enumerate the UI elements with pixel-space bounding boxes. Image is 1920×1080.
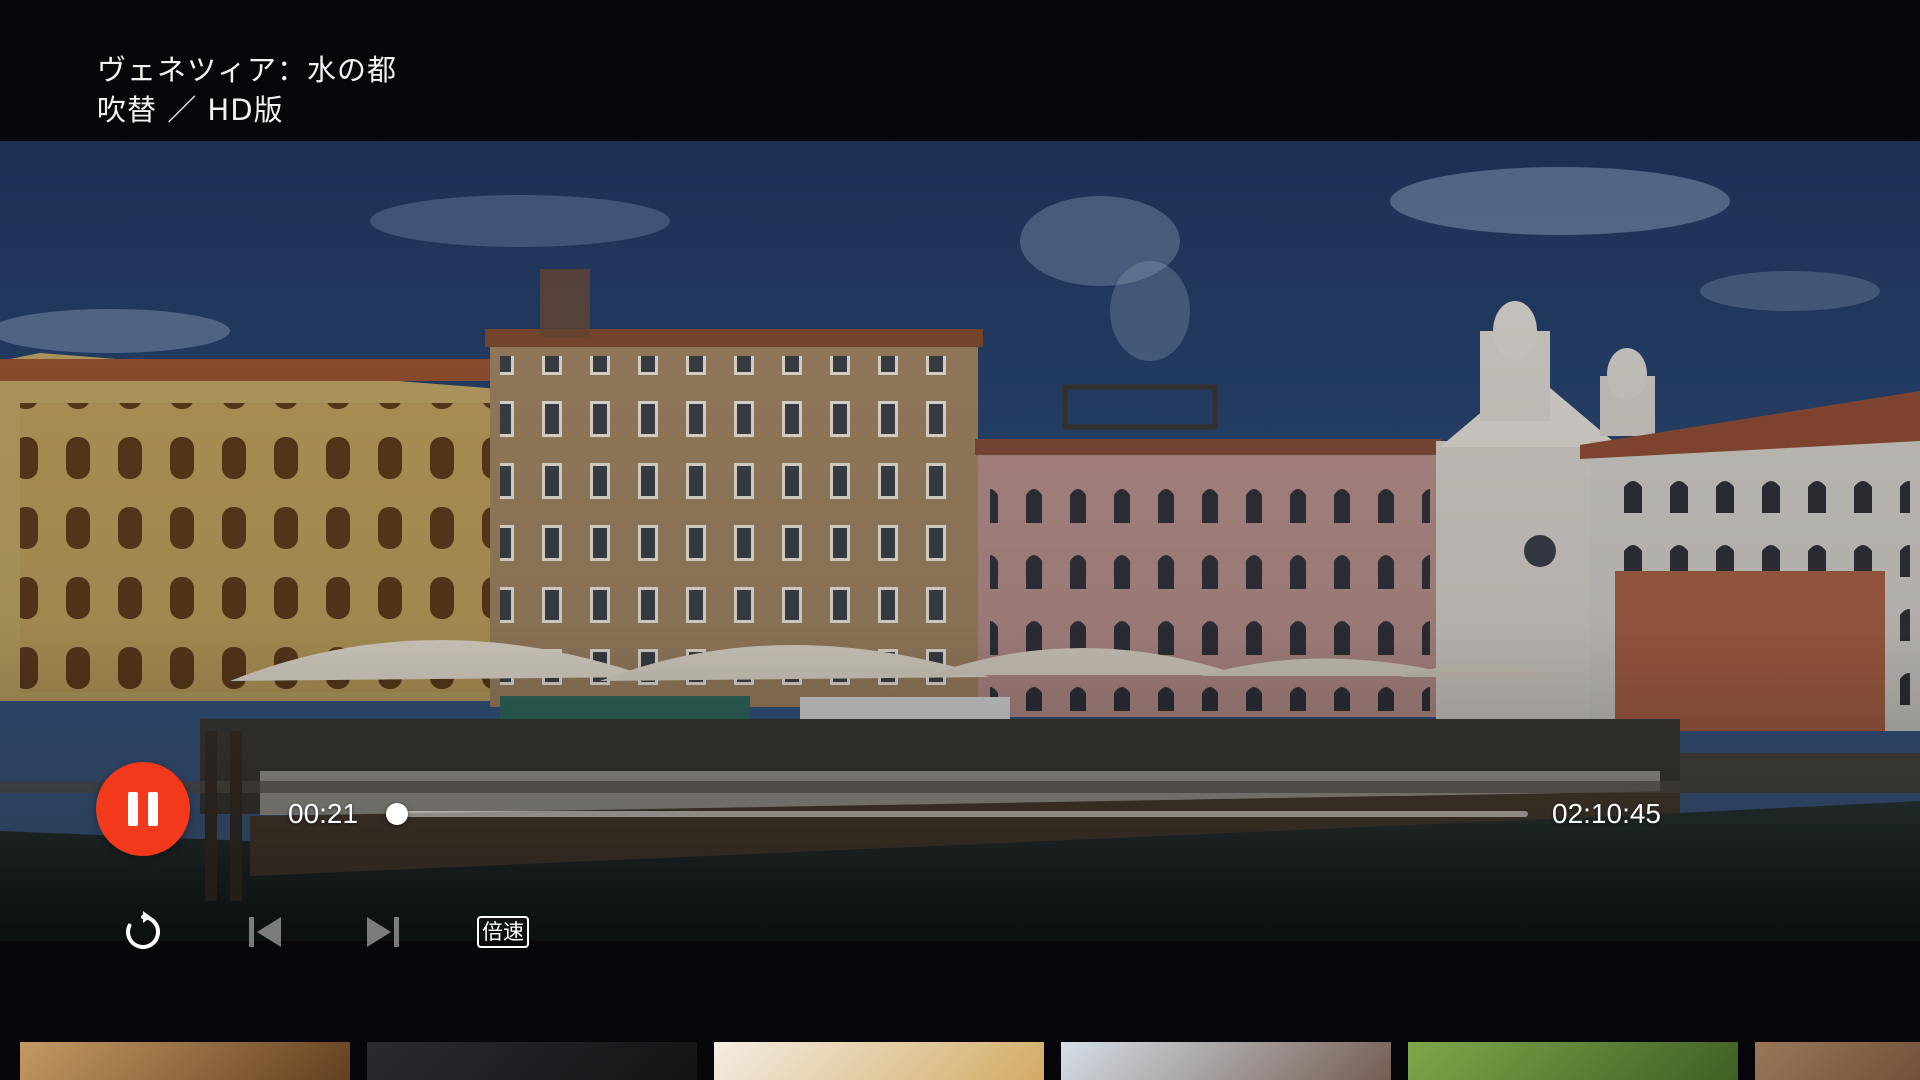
skip-previous-icon [249, 917, 281, 947]
pause-button[interactable] [96, 762, 190, 856]
thumbnail-6[interactable] [1755, 1042, 1920, 1080]
seek-bar[interactable] [386, 803, 1528, 825]
skip-next-button[interactable] [358, 907, 408, 957]
thumbnail-5[interactable] [1408, 1042, 1738, 1080]
thumbnail-1[interactable] [20, 1042, 350, 1080]
thumbnail-3[interactable] [714, 1042, 1044, 1080]
title-area: ヴェネツィア：水の都 吹替 ／ HD版 [97, 50, 397, 130]
speed-icon: 倍速 [477, 916, 529, 948]
related-videos-row [20, 1042, 1920, 1080]
skip-next-icon [367, 917, 399, 947]
current-time: 00:21 [288, 798, 359, 829]
seek-bar-thumb[interactable] [386, 803, 409, 825]
video-subtitle: 吹替 ／ HD版 [97, 93, 284, 127]
thumbnail-4[interactable] [1061, 1042, 1391, 1080]
video-player-screen: ヴェネツィア：水の都 吹替 ／ HD版 00:21 02:10:45 倍速 [0, 0, 1920, 1080]
replay-button[interactable] [118, 907, 168, 957]
video-title: ヴェネツィア：水の都 [97, 53, 398, 87]
replay-icon [126, 911, 160, 949]
skip-previous-button[interactable] [240, 907, 290, 957]
playback-speed-button[interactable]: 倍速 [477, 907, 529, 957]
thumbnail-2[interactable] [367, 1042, 697, 1080]
total-time: 02:10:45 [1552, 798, 1661, 829]
pause-icon [128, 792, 158, 826]
